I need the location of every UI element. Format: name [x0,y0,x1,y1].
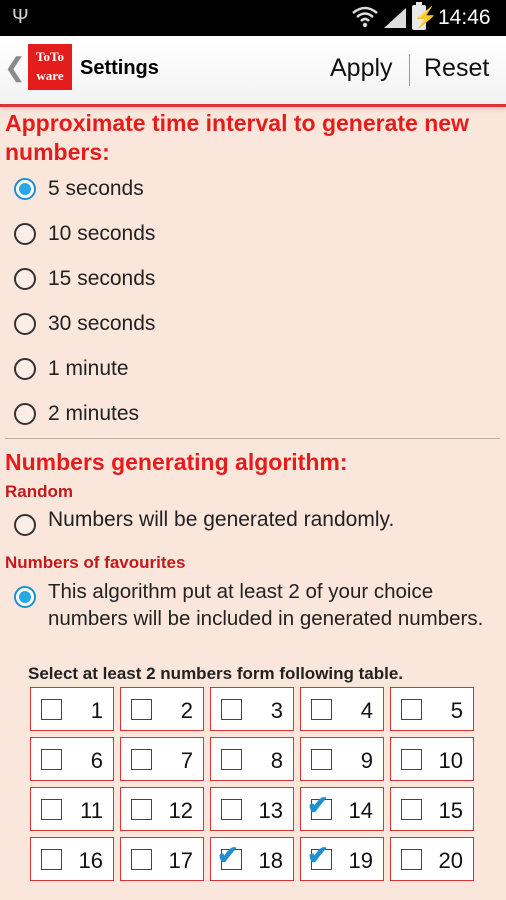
number-label: 11 [80,798,103,823]
number-label: 14 [348,798,373,823]
number-cell-2[interactable]: 2 [120,687,204,731]
number-label: 2 [180,698,193,723]
number-cell-7[interactable]: 7 [120,737,204,781]
favourites-title: Numbers of favourites [5,553,186,572]
number-cell-5[interactable]: 5 [390,687,474,731]
random-desc[interactable]: Numbers will be generated randomly. [48,508,394,532]
page-title: Settings [80,57,159,79]
check-icon: ✔ [307,840,329,870]
number-checkbox-10[interactable] [401,749,422,770]
number-checkbox-12[interactable] [131,799,152,820]
section-divider [5,438,500,439]
number-checkbox-16[interactable] [41,849,62,870]
number-checkbox-20[interactable] [401,849,422,870]
signal-icon [384,8,406,33]
check-icon: ✔ [217,840,239,870]
table-caption: Select at least 2 numbers form following… [28,664,404,683]
number-label: 20 [438,848,463,873]
number-cell-15[interactable]: 15 [390,787,474,831]
number-label: 8 [270,748,283,773]
algorithm-title: Numbers generating algorithm: [5,449,348,475]
number-label: 16 [78,848,103,873]
number-cell-12[interactable]: 12 [120,787,204,831]
number-checkbox-1[interactable] [41,699,62,720]
logo-line-1: ToTo [36,49,64,64]
apply-button[interactable]: Apply [322,52,401,85]
usb-icon: Ψ [12,6,29,28]
number-cell-11[interactable]: 11 [30,787,114,831]
favourites-desc[interactable]: This algorithm put at least 2 of your ch… [48,578,498,632]
number-label: 12 [168,798,193,823]
number-label: 15 [438,798,463,823]
radio-label-1-minute[interactable]: 1 minute [48,357,129,381]
wifi-icon [352,6,378,33]
reset-button[interactable]: Reset [416,52,497,85]
number-label: 7 [180,748,193,773]
number-checkbox-7[interactable] [131,749,152,770]
number-checkbox-5[interactable] [401,699,422,720]
check-icon: ✔ [307,790,329,820]
number-label: 17 [168,848,193,873]
number-label: 10 [438,748,463,773]
number-cell-18[interactable]: ✔ 18 [210,837,294,881]
number-cell-16[interactable]: 16 [30,837,114,881]
number-cell-19[interactable]: ✔ 19 [300,837,384,881]
number-checkbox-6[interactable] [41,749,62,770]
radio-30-seconds[interactable] [14,313,36,335]
number-cell-6[interactable]: 6 [30,737,114,781]
number-cell-20[interactable]: 20 [390,837,474,881]
logo-line-2: ware [36,68,64,83]
radio-label-15-seconds[interactable]: 15 seconds [48,267,155,291]
radio-random[interactable] [14,514,36,536]
number-checkbox-4[interactable] [311,699,332,720]
number-checkbox-13[interactable] [221,799,242,820]
radio-label-5-seconds[interactable]: 5 seconds [48,177,144,201]
number-checkbox-17[interactable] [131,849,152,870]
interval-title: Approximate time interval to generate ne… [5,110,469,165]
action-bar: ❮ ToTo ware Settings Apply Reset [0,36,506,107]
radio-1-minute[interactable] [14,358,36,380]
battery-icon: ⚡ [412,2,438,30]
radio-2-minutes[interactable] [14,403,36,425]
number-cell-14[interactable]: ✔ 14 [300,787,384,831]
number-cell-3[interactable]: 3 [210,687,294,731]
number-label: 18 [258,848,283,873]
number-cell-13[interactable]: 13 [210,787,294,831]
random-title: Random [5,482,73,501]
number-label: 19 [348,848,373,873]
radio-15-seconds[interactable] [14,268,36,290]
number-label: 4 [360,698,373,723]
settings-content: Approximate time interval to generate ne… [0,107,506,900]
number-cell-9[interactable]: 9 [300,737,384,781]
action-divider [409,54,410,86]
number-label: 13 [258,798,283,823]
radio-10-seconds[interactable] [14,223,36,245]
radio-favourites[interactable] [14,586,36,608]
number-label: 3 [270,698,283,723]
radio-label-10-seconds[interactable]: 10 seconds [48,222,155,246]
number-label: 5 [450,698,463,723]
radio-5-seconds[interactable] [14,178,36,200]
number-checkbox-15[interactable] [401,799,422,820]
number-checkbox-3[interactable] [221,699,242,720]
number-cell-8[interactable]: 8 [210,737,294,781]
app-logo[interactable]: ToTo ware [28,44,72,90]
number-label: 6 [90,748,103,773]
number-checkbox-11[interactable] [41,799,62,820]
number-cell-1[interactable]: 1 [30,687,114,731]
number-label: 1 [90,698,103,723]
status-time: 14:46 [438,6,491,29]
number-cell-10[interactable]: 10 [390,737,474,781]
back-chevron-icon[interactable]: ❮ [4,52,26,83]
radio-label-2-minutes[interactable]: 2 minutes [48,402,139,426]
radio-label-30-seconds[interactable]: 30 seconds [48,312,155,336]
number-cell-17[interactable]: 17 [120,837,204,881]
number-cell-4[interactable]: 4 [300,687,384,731]
number-checkbox-9[interactable] [311,749,332,770]
number-label: 9 [360,748,373,773]
status-bar: Ψ ⚡ 14:46 [0,0,506,36]
number-checkbox-2[interactable] [131,699,152,720]
number-checkbox-8[interactable] [221,749,242,770]
